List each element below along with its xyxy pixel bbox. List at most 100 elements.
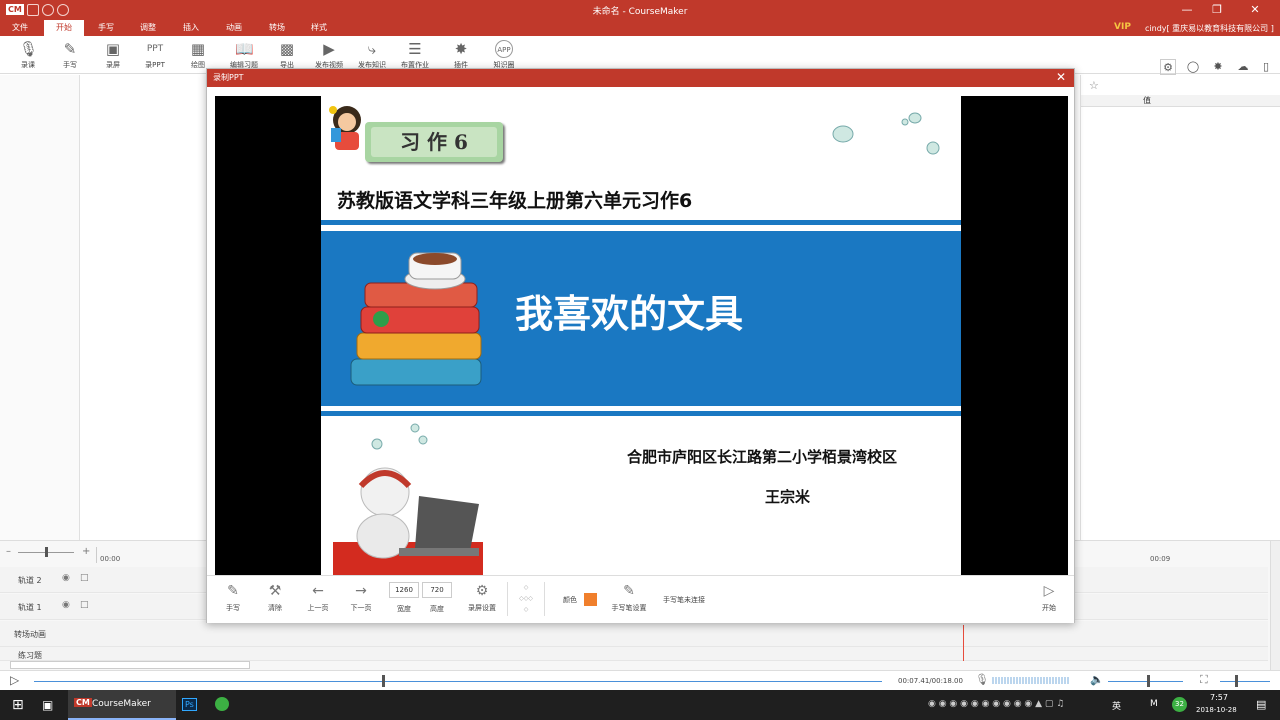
slide-preview[interactable]: 习 作 6 苏教版语文学科三年级上册第六单元习作6 我喜欢的文具 合肥市庐阳区长… — [321, 96, 961, 575]
taskbar-coursemaker[interactable]: CM CourseMaker — [68, 690, 176, 720]
pen-color-swatch[interactable] — [584, 593, 597, 606]
exercise-track[interactable]: 练习题 — [0, 647, 1268, 661]
menu-bar: 文件 开始 手写 调整 插入 动画 转场 样式 VIP cindy[ 重庆易以教… — [0, 20, 1280, 36]
pen-icon: ✎ — [227, 583, 239, 599]
task-view-icon[interactable]: ▣ — [42, 698, 53, 712]
lock-icon[interactable]: □ — [80, 600, 89, 610]
audio-level-meter — [992, 677, 1070, 684]
comment-icon[interactable]: ◯ — [1185, 59, 1201, 75]
direction-pad[interactable]: ◇ ◇◇◇ ◇ — [507, 582, 545, 616]
action-center-icon[interactable]: ▤ — [1256, 698, 1266, 711]
ruler-time-end: 00:09 — [1150, 555, 1171, 563]
plugin-small-icon[interactable]: ✸ — [1210, 59, 1226, 75]
eye-icon[interactable]: ◉ — [62, 573, 70, 583]
slide-school: 合肥市庐阳区长江路第二小学栢景湾校区 — [627, 448, 898, 466]
zoom-in-icon[interactable]: + — [82, 546, 90, 557]
settings-icon[interactable]: ⚙ — [1160, 59, 1176, 75]
language-indicator[interactable]: 英 — [1112, 699, 1121, 712]
edit-exercise-button[interactable]: 📖 编辑习题 — [227, 38, 261, 72]
publish-video-button[interactable]: ▶ 发布视频 — [312, 38, 346, 72]
plugin-button[interactable]: ✸ 插件 — [444, 38, 478, 72]
handwrite-button[interactable]: ✎ 手写 — [53, 38, 87, 72]
volume-icon[interactable]: 🔈 — [1090, 673, 1104, 686]
photoshop-icon[interactable]: Ps — [182, 698, 197, 711]
start-recording-button[interactable]: ▷ 开始 — [1029, 582, 1069, 613]
width-input[interactable]: 1260 — [389, 582, 419, 598]
playback-progress-track[interactable] — [34, 681, 882, 682]
knowledge-circle-button[interactable]: APP 知识圈 — [487, 38, 521, 72]
tab-style[interactable]: 样式 — [299, 20, 339, 36]
restore-icon[interactable]: ❐ — [1202, 2, 1232, 18]
clock-date[interactable]: 2018-10-28 — [1196, 706, 1237, 714]
draw-button[interactable]: ▦ 绘图 — [181, 38, 215, 72]
height-input[interactable]: 720 — [422, 582, 452, 598]
shapes-small-icon[interactable]: ▯ — [1258, 59, 1274, 75]
width-label: 宽度 — [397, 605, 411, 613]
record-ppt-label: 录PPT — [145, 61, 165, 69]
microphone-icon[interactable]: 🎙 — [975, 673, 989, 686]
volume-thumb[interactable] — [1147, 675, 1150, 687]
homework-icon: ☰ — [408, 40, 422, 58]
slide-stage: 习 作 6 苏教版语文学科三年级上册第六单元习作6 我喜欢的文具 合肥市庐阳区长… — [215, 96, 1068, 575]
prev-page-button[interactable]: ← 上一页 — [298, 582, 338, 613]
volume-slider[interactable] — [1108, 681, 1183, 682]
notification-badge[interactable]: 32 — [1172, 697, 1187, 712]
zoom-out-icon[interactable]: – — [6, 546, 11, 557]
screen-record-button[interactable]: ▣ 录屏 — [96, 38, 130, 72]
ruler-time-start: 00:00 — [100, 555, 121, 563]
zoom-thumb[interactable] — [1235, 675, 1238, 687]
vertical-scrollbar[interactable] — [1270, 541, 1280, 671]
zoom-slider[interactable] — [1220, 681, 1270, 682]
slide-blue-banner: 我喜欢的文具 — [321, 231, 961, 406]
tab-start[interactable]: 开始 — [44, 20, 84, 36]
user-account[interactable]: cindy[ 重庆易以教育科技有限公司 ] — [1145, 23, 1274, 34]
playhead[interactable] — [963, 625, 964, 661]
play-icon[interactable]: ▷ — [10, 673, 19, 687]
dialog-close-icon[interactable]: ✕ — [1056, 70, 1066, 84]
timeline-zoom-handle[interactable] — [45, 547, 48, 557]
dialog-title: 录制PPT — [213, 73, 244, 82]
fullscreen-icon[interactable]: ⛶ — [1200, 673, 1208, 687]
pen-icon: ✎ — [623, 583, 635, 599]
star-icon[interactable]: ☆ — [1089, 79, 1099, 92]
minimize-icon[interactable]: — — [1172, 2, 1202, 18]
water-drops-small-decoration — [371, 423, 428, 450]
lock-icon[interactable]: □ — [80, 573, 89, 583]
windows-start-icon[interactable]: ⊞ — [12, 697, 24, 713]
ime-indicator[interactable]: M — [1150, 699, 1158, 709]
system-tray-icons[interactable]: ◉ ◉ ◉ ◉ ◉ ◉ ◉ ◉ ◉ ◉ ▲ ▢ ♫ — [928, 699, 1064, 709]
tab-transition[interactable]: 转场 — [257, 20, 297, 36]
tab-file[interactable]: 文件 — [0, 20, 40, 36]
transition-track[interactable]: 转场动画 — [0, 621, 1268, 647]
app-icon: APP — [495, 40, 513, 58]
lesson-badge-text: 习 作 6 — [371, 127, 497, 157]
tab-adjust[interactable]: 调整 — [128, 20, 168, 36]
record-lesson-button[interactable]: 🎙 录课 — [11, 38, 45, 72]
pen-settings-button[interactable]: ✎ 手写笔设置 — [607, 582, 651, 613]
playback-progress-thumb[interactable] — [382, 675, 385, 687]
browser-icon[interactable] — [215, 697, 229, 711]
cloud-icon[interactable]: ☁ — [1235, 59, 1251, 75]
blue-rule-bottom — [321, 411, 961, 416]
screen-record-icon: ▣ — [105, 40, 121, 58]
tab-animation[interactable]: 动画 — [214, 20, 254, 36]
record-settings-button[interactable]: ⚙ 录屏设置 — [462, 582, 502, 613]
clear-button[interactable]: ⚒ 清除 — [255, 582, 295, 613]
book-icon: 📖 — [235, 40, 254, 58]
next-page-button[interactable]: → 下一页 — [341, 582, 381, 613]
prev-page-label: 上一页 — [307, 604, 329, 612]
tab-handwrite[interactable]: 手写 — [86, 20, 126, 36]
coursemaker-app-icon: CM — [74, 698, 92, 707]
record-ppt-button[interactable]: PPT 录PPT — [138, 38, 172, 72]
water-drops-decoration — [832, 112, 940, 155]
export-button[interactable]: ▩ 导出 — [270, 38, 304, 72]
handwrite-tool-button[interactable]: ✎ 手写 — [213, 582, 253, 613]
horizontal-scrollbar[interactable] — [10, 661, 250, 669]
publish-knowledge-button[interactable]: ⤷ 发布知识 — [355, 38, 389, 72]
eye-icon[interactable]: ◉ — [62, 600, 70, 610]
clock-time[interactable]: 7:57 — [1210, 693, 1228, 702]
tab-insert[interactable]: 插入 — [171, 20, 211, 36]
close-icon[interactable]: ✕ — [1240, 2, 1270, 18]
assign-homework-button[interactable]: ☰ 布置作业 — [398, 38, 432, 72]
blue-rule-top — [321, 220, 961, 225]
